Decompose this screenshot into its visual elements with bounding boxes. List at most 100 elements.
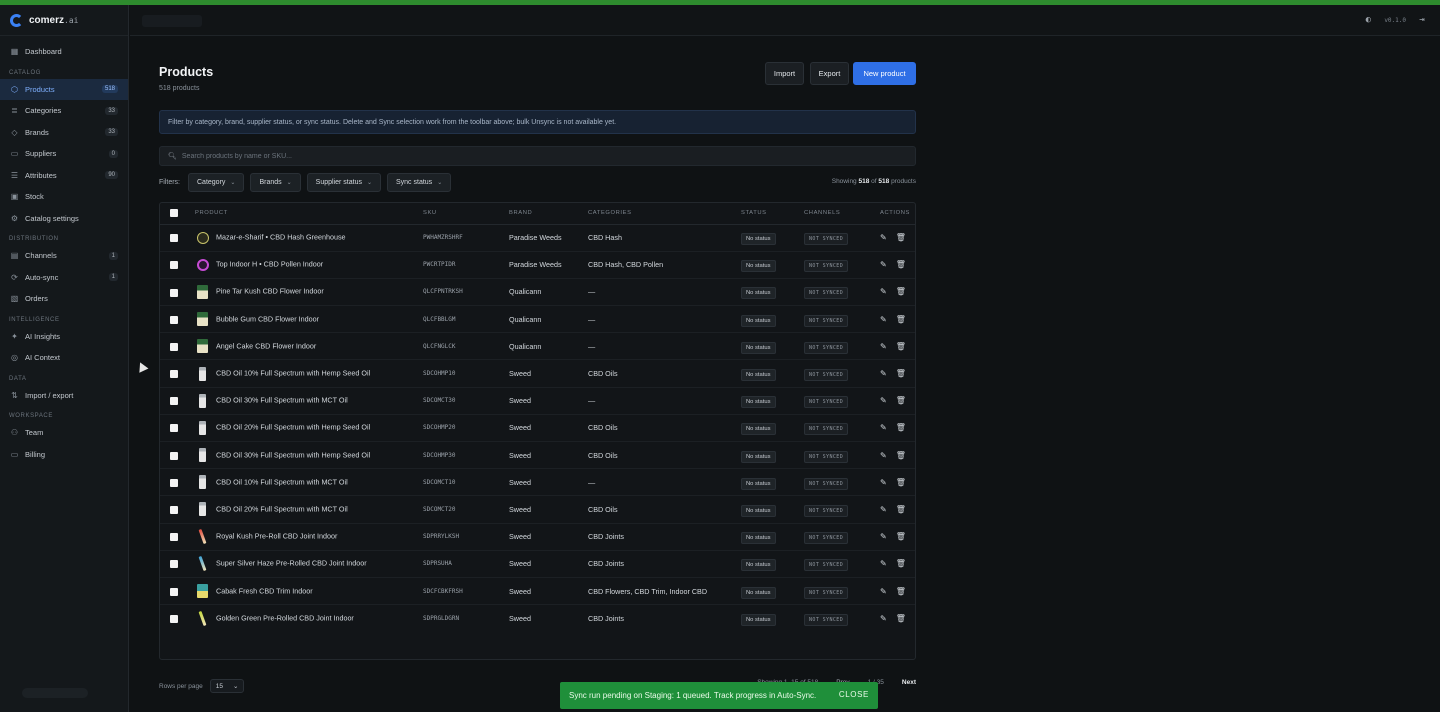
export-button[interactable]: Export [810, 62, 849, 85]
header-status[interactable]: STATUS [741, 203, 804, 225]
product-name[interactable]: CBD Oil 20% Full Spectrum with Hemp Seed… [216, 423, 370, 432]
table-row[interactable]: Super Silver Haze Pre-Rolled CBD Joint I… [160, 550, 915, 578]
table-row[interactable]: Bubble Gum CBD Flower Indoor QLCFBBLGM Q… [160, 305, 915, 334]
header-brand[interactable]: BRAND [509, 203, 588, 225]
trash-icon[interactable]: 🗑︎ [896, 614, 906, 623]
product-name[interactable]: CBD Oil 30% Full Spectrum with MCT Oil [216, 396, 348, 405]
sidebar-item-ai-insights[interactable]: ✦ AI Insights [0, 326, 128, 348]
row-checkbox[interactable] [170, 533, 178, 542]
edit-icon[interactable]: ✎ [880, 233, 887, 242]
sidebar-item-import-export[interactable]: ⇅ Import / export [0, 385, 128, 407]
row-checkbox[interactable] [170, 506, 178, 515]
sidebar-item-suppliers[interactable]: ▭ Suppliers 0 [0, 143, 128, 165]
sidebar-item-ai-context[interactable]: ◎ AI Context [0, 347, 128, 369]
row-checkbox[interactable] [170, 478, 178, 487]
product-name[interactable]: CBD Oil 20% Full Spectrum with MCT Oil [216, 504, 348, 513]
table-row[interactable]: CBD Oil 30% Full Spectrum with Hemp Seed… [160, 441, 915, 470]
sidebar-item-products[interactable]: ⬡ Products 518 [0, 78, 128, 100]
sidebar-item-categories[interactable]: ≣ Categories 33 [0, 100, 128, 122]
trash-icon[interactable]: 🗑︎ [896, 423, 906, 432]
user-chip[interactable] [22, 688, 88, 698]
product-name[interactable]: Golden Green Pre-Rolled CBD Joint Indoor [216, 613, 354, 622]
product-name[interactable]: Angel Cake CBD Flower Indoor [216, 341, 316, 350]
table-row[interactable]: Royal Kush Pre-Roll CBD Joint Indoor SDP… [160, 523, 915, 551]
select-all-checkbox[interactable] [170, 209, 178, 218]
new-product-button[interactable]: New product [853, 62, 916, 85]
table-row[interactable]: Golden Green Pre-Rolled CBD Joint Indoor… [160, 605, 915, 632]
header-sku[interactable]: SKU [423, 203, 509, 225]
edit-icon[interactable]: ✎ [880, 315, 887, 324]
row-checkbox[interactable] [170, 342, 178, 351]
sidebar-item-dashboard[interactable]: ▦ Dashboard [0, 41, 128, 63]
edit-icon[interactable]: ✎ [880, 532, 887, 541]
sidebar-item-billing[interactable]: ▭ Billing [0, 444, 128, 466]
import-button[interactable]: Import [765, 62, 804, 85]
trash-icon[interactable]: 🗑︎ [896, 396, 906, 405]
product-name[interactable]: Royal Kush Pre-Roll CBD Joint Indoor [216, 532, 337, 541]
trash-icon[interactable]: 🗑︎ [896, 260, 906, 269]
sidebar-item-brands[interactable]: ◇ Brands 33 [0, 122, 128, 144]
trash-icon[interactable]: 🗑︎ [896, 369, 906, 378]
filter-category[interactable]: Category ⌄ [188, 173, 245, 192]
product-name[interactable]: Cabak Fresh CBD Trim Indoor [216, 586, 313, 595]
row-checkbox[interactable] [170, 424, 178, 433]
edit-icon[interactable]: ✎ [880, 505, 887, 514]
toast-close-button[interactable]: CLOSE [839, 690, 869, 699]
product-name[interactable]: CBD Oil 10% Full Spectrum with Hemp Seed… [216, 368, 370, 377]
product-name[interactable]: Bubble Gum CBD Flower Indoor [216, 314, 319, 323]
sidebar-item-catalog-settings[interactable]: ⚙ Catalog settings [0, 208, 128, 230]
search-bar[interactable]: 🔍︎ [159, 146, 916, 166]
next-button[interactable]: Next [902, 679, 916, 686]
table-row[interactable]: Cabak Fresh CBD Trim Indoor SDCFCBKFRSH … [160, 577, 915, 606]
row-checkbox[interactable] [170, 397, 178, 406]
table-row[interactable]: CBD Oil 10% Full Spectrum with MCT Oil S… [160, 468, 915, 497]
row-checkbox[interactable] [170, 370, 178, 379]
trash-icon[interactable]: 🗑︎ [896, 342, 906, 351]
filter-sync-status[interactable]: Sync status ⌄ [387, 173, 452, 192]
row-checkbox[interactable] [170, 587, 178, 596]
filter-brands[interactable]: Brands ⌄ [250, 173, 301, 192]
sidebar-item-channels[interactable]: ▤ Channels 1 [0, 245, 128, 267]
row-checkbox[interactable] [170, 615, 178, 624]
edit-icon[interactable]: ✎ [880, 559, 887, 568]
sidebar-item-auto-sync[interactable]: ⟳ Auto-sync 1 [0, 267, 128, 289]
edit-icon[interactable]: ✎ [880, 478, 887, 487]
theme-toggle-icon[interactable]: ◐ [1362, 14, 1374, 26]
sidebar-item-orders[interactable]: ▧ Orders [0, 288, 128, 310]
table-row[interactable]: CBD Oil 10% Full Spectrum with Hemp Seed… [160, 359, 915, 388]
header-product[interactable]: PRODUCT [195, 203, 423, 225]
trash-icon[interactable]: 🗑︎ [896, 505, 906, 514]
sidebar-item-attributes[interactable]: ☰ Attributes 90 [0, 165, 128, 187]
row-checkbox[interactable] [170, 451, 178, 460]
trash-icon[interactable]: 🗑︎ [896, 287, 906, 296]
table-row[interactable]: CBD Oil 30% Full Spectrum with MCT Oil S… [160, 387, 915, 415]
edit-icon[interactable]: ✎ [880, 614, 887, 623]
edit-icon[interactable]: ✎ [880, 423, 887, 432]
table-row[interactable]: Top Indoor H • CBD Pollen Indoor PWCRTPI… [160, 251, 915, 279]
table-row[interactable]: CBD Oil 20% Full Spectrum with MCT Oil S… [160, 495, 915, 524]
table-row[interactable]: Pine Tar Kush CBD Flower Indoor QLCFPNTR… [160, 278, 915, 307]
logout-icon[interactable]: ⇥ [1416, 14, 1428, 26]
product-name[interactable]: Super Silver Haze Pre-Rolled CBD Joint I… [216, 559, 367, 568]
trash-icon[interactable]: 🗑︎ [896, 532, 906, 541]
row-checkbox[interactable] [170, 288, 178, 297]
edit-icon[interactable]: ✎ [880, 260, 887, 269]
search-input[interactable] [181, 152, 782, 160]
trash-icon[interactable]: 🗑︎ [896, 233, 906, 242]
brand[interactable]: comerz.ai [0, 5, 128, 36]
row-checkbox[interactable] [170, 560, 178, 569]
table-row[interactable]: Mazar-e-Sharif • CBD Hash Greenhouse PWH… [160, 224, 915, 252]
product-name[interactable]: Mazar-e-Sharif • CBD Hash Greenhouse [216, 233, 346, 242]
trash-icon[interactable]: 🗑︎ [896, 587, 906, 596]
sidebar-item-stock[interactable]: ▣ Stock [0, 186, 128, 208]
rows-per-page-select[interactable]: 15 ⌄ [209, 679, 245, 693]
table-row[interactable]: CBD Oil 20% Full Spectrum with Hemp Seed… [160, 414, 915, 443]
row-checkbox[interactable] [170, 234, 178, 243]
product-name[interactable]: CBD Oil 10% Full Spectrum with MCT Oil [216, 477, 348, 486]
trash-icon[interactable]: 🗑︎ [896, 559, 906, 568]
row-checkbox[interactable] [170, 261, 178, 270]
product-name[interactable]: CBD Oil 30% Full Spectrum with Hemp Seed… [216, 450, 370, 459]
filter-supplier-status[interactable]: Supplier status ⌄ [306, 173, 381, 192]
edit-icon[interactable]: ✎ [880, 451, 887, 460]
edit-icon[interactable]: ✎ [880, 587, 887, 596]
